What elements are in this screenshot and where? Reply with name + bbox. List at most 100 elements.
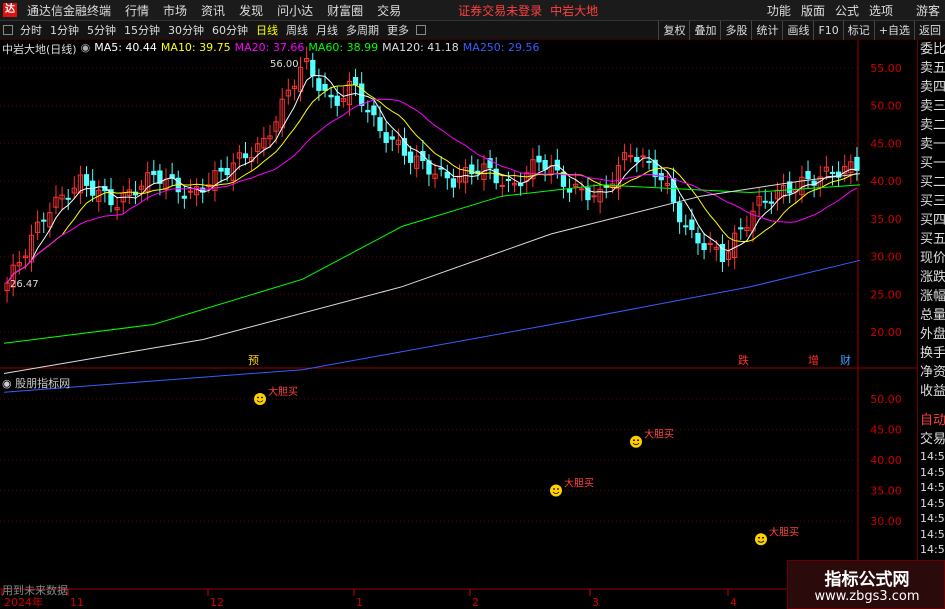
ma-legend: 中岩大地(日线) ◉ MA5: 40.44 MA10: 39.75 MA20: … [2,41,540,57]
period-tab[interactable]: 多周期 [342,22,383,38]
ma250-label: MA250: 29.56 [462,41,540,54]
period-tab-active[interactable]: 日线 [252,22,282,38]
period-tab-more[interactable]: 更多 [383,22,413,38]
side-item: 收益 [920,384,945,399]
add-watchlist-button[interactable]: +自选 [873,21,914,40]
menu-discover[interactable]: 发现 [239,2,263,19]
candle-body [224,168,230,176]
menu-bar: 达 通达信金融终端 行情 市场 资讯 发现 问小达 财富圈 交易 证券交易未登录… [0,0,945,21]
date-label: 2 [472,596,479,609]
side-item: 买五 [920,232,945,247]
ma5-label: MA5: 40.44 [94,41,157,54]
price-tick-label: 55.00 [870,62,902,75]
more-square-icon[interactable] [416,25,426,35]
overlay-button[interactable]: 叠加 [689,21,720,40]
high-price-label: 56.00 [270,59,299,70]
candle-body [689,219,695,230]
period-tab[interactable]: 1分钟 [46,22,83,38]
period-tab[interactable]: 30分钟 [164,22,208,38]
menu-function[interactable]: 功能 [767,2,791,19]
login-warning[interactable]: 证券交易未登录 [458,2,542,19]
menu-options[interactable]: 选项 [869,2,893,19]
candle-body [41,219,47,222]
ma60-line [3,184,861,344]
date-label: 1 [356,596,363,609]
period-tab[interactable]: 15分钟 [120,22,164,38]
guest-button[interactable]: 游客 [916,2,940,19]
quote-side-panel: 委比 卖五 卖四 卖三 卖二 卖一 买一 买二 买三 买四 买五 现价 涨跌 涨幅 总量 外盘 换手 净资 收益 自动… [917,40,945,609]
menu-market[interactable]: 市场 [163,2,187,19]
restore-rights-button[interactable]: 复权 [658,21,689,40]
side-item: 卖五 [920,61,945,76]
candle-body [352,77,359,86]
trade-label: 交易 [920,432,945,447]
candle-body [676,202,683,223]
smiley-eye [257,396,259,399]
auto-button[interactable]: 自动 [918,411,945,430]
event-marker: 财 [840,353,851,367]
menu-wealth[interactable]: 财富圈 [327,2,363,19]
candle-body [316,78,322,91]
kline-chart[interactable]: 大胆买大胆买大胆买大胆买 55.0050.0045.0040.0035.0030… [0,40,917,609]
menu-news[interactable]: 资讯 [201,2,225,19]
menu-ask[interactable]: 问小达 [277,2,313,19]
price-tick-label: 25.00 [870,288,902,301]
candle-body [322,83,328,91]
signal-label: 大胆买 [564,477,594,490]
menu-square-icon[interactable] [3,25,13,35]
candle-body [334,95,340,106]
candle-body [328,94,334,98]
watermark-title: 指标公式网 [824,570,910,590]
price-tick-label: 30.00 [870,251,902,264]
event-marker: 增 [808,353,819,367]
period-tab[interactable]: 周线 [282,22,312,38]
signal-label: 大胆买 [769,525,799,538]
smiley-eye [557,488,559,490]
candle-body [505,178,512,181]
legend-toggle-icon[interactable]: ◉ [81,41,91,57]
side-item: 买二 [920,175,945,190]
side-item: 买一 [920,156,945,171]
menu-quotes[interactable]: 行情 [125,2,149,19]
candle-body [738,227,744,230]
tick-time: 14:56 [920,450,945,463]
multi-stock-button[interactable]: 多股 [720,21,751,40]
menu-formula[interactable]: 公式 [835,2,859,19]
indicator-tick-label: 50.00 [870,393,902,406]
indicator-tick-label: 40.00 [870,454,902,467]
period-tab[interactable]: 5分钟 [83,22,120,38]
candle-body [377,117,383,132]
candle-body [566,188,573,193]
candle-body [83,174,90,186]
candle-body [365,109,371,113]
indicator-toggle-icon[interactable]: ◉ [2,377,15,390]
candle-body [829,171,836,174]
mark-button[interactable]: 标记 [842,21,874,40]
stats-button[interactable]: 统计 [751,21,782,40]
date-label: 4 [730,596,737,609]
period-tab[interactable]: 月线 [312,22,342,38]
period-tab[interactable]: 60分钟 [208,22,252,38]
side-item: 卖四 [920,80,945,95]
side-item: 买三 [920,194,945,209]
watermark-url: www.zbgs3.com [814,589,920,604]
menu-trade[interactable]: 交易 [377,2,401,19]
period-tab[interactable]: 分时 [16,22,46,38]
indicator-title-text: 股朋指标网 [15,377,71,390]
event-marker: 跌 [738,353,749,367]
ma10-label: MA10: 39.75 [160,41,231,54]
tick-time: 14:56 [920,481,945,494]
price-tick-label: 20.00 [870,326,902,339]
watermark: 指标公式网 www.zbgs3.com [787,560,945,609]
back-button[interactable]: 返回 [914,21,945,40]
draw-line-button[interactable]: 画线 [782,21,813,40]
menu-layout[interactable]: 版面 [801,2,825,19]
app-logo-icon: 达 [3,3,17,17]
candle-body [450,178,457,188]
event-marker: 预 [248,354,259,367]
price-tick-label: 35.00 [870,213,902,226]
candle-body [444,171,450,179]
f10-button[interactable]: F10 [813,21,842,40]
smiley-eye [758,536,760,539]
candle-body [536,155,542,163]
